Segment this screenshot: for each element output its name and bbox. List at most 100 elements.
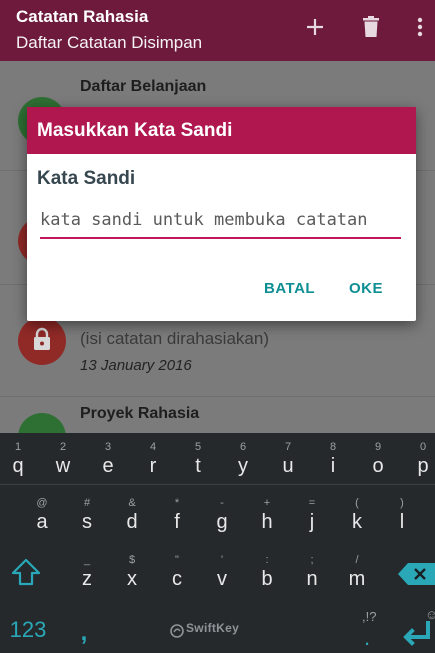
period-sub-label: ,!? <box>362 609 377 624</box>
key-secondary-label: 6 <box>239 441 247 453</box>
key-label: b <box>261 568 273 590</box>
key-y[interactable]: 6y <box>228 441 258 478</box>
cancel-button[interactable]: BATAL <box>264 280 315 297</box>
key-d[interactable]: & d <box>117 497 147 534</box>
key-x[interactable]: $ x <box>117 554 147 591</box>
key-label: h <box>261 511 273 533</box>
key-label: x <box>127 568 137 590</box>
key-a[interactable]: @ a <box>27 497 57 534</box>
note-title: Proyek Rahasia <box>80 405 200 422</box>
key-label: i <box>330 455 336 477</box>
enter-key[interactable]: ☺ <box>398 607 435 653</box>
space-key[interactable]: SwiftKey <box>112 609 330 649</box>
backspace-key[interactable] <box>398 561 435 587</box>
key-secondary-label: ' <box>220 554 224 566</box>
overflow-menu-button[interactable] <box>405 14 435 44</box>
key-n[interactable]: ; n <box>297 554 327 591</box>
key-w[interactable]: 2w <box>48 441 78 478</box>
key-u[interactable]: 7u <box>273 441 303 478</box>
key-secondary-label: " <box>175 554 179 566</box>
key-label: r <box>149 455 157 477</box>
emoji-icon: ☺ <box>425 607 435 622</box>
add-icon <box>305 17 325 41</box>
note-body: (isi catatan dirahasiakan) <box>80 329 269 348</box>
key-secondary-label: 4 <box>149 441 157 453</box>
app-bar: Catatan Rahasia Daftar Catatan Disimpan <box>0 0 435 61</box>
key-secondary-label: 2 <box>59 441 67 453</box>
key-label: f <box>174 511 180 533</box>
ok-button[interactable]: OKE <box>349 280 383 297</box>
comma-key-label: , <box>80 619 88 646</box>
key-p[interactable]: 0p <box>408 441 435 478</box>
password-label: Kata Sandi <box>37 168 136 189</box>
app-title: Catatan Rahasia <box>16 7 149 26</box>
key-label: q <box>12 455 24 477</box>
key-f[interactable]: * f <box>162 497 192 534</box>
key-secondary-label: 0 <box>419 441 427 453</box>
app-subtitle: Daftar Catatan Disimpan <box>16 33 203 52</box>
lock-icon <box>31 327 53 355</box>
key-e[interactable]: 3e <box>93 441 123 478</box>
note-item[interactable]: Proyek Rahasia <box>0 399 435 433</box>
key-label: t <box>195 455 201 477</box>
key-z[interactable]: _ z <box>72 554 102 591</box>
key-secondary-label: : <box>265 554 269 566</box>
key-label: j <box>309 511 315 533</box>
key-l[interactable]: ) l <box>387 497 417 534</box>
key-label: y <box>238 455 248 477</box>
key-secondary-label: = <box>308 497 316 509</box>
key-secondary-label: ; <box>310 554 314 566</box>
key-label: c <box>172 568 182 590</box>
key-label: s <box>82 511 92 533</box>
key-o[interactable]: 9o <box>363 441 393 478</box>
key-label: u <box>282 455 294 477</box>
add-note-button[interactable] <box>300 14 330 44</box>
key-label: d <box>126 511 138 533</box>
key-label: k <box>352 511 362 533</box>
password-input[interactable] <box>40 203 401 239</box>
key-secondary-label: 8 <box>329 441 337 453</box>
key-secondary-label: 7 <box>284 441 292 453</box>
key-q[interactable]: 1q <box>3 441 33 478</box>
key-label: a <box>36 511 48 533</box>
key-m[interactable]: / m <box>342 554 372 591</box>
key-secondary-label: ( <box>355 497 359 509</box>
key-s[interactable]: # s <box>72 497 102 534</box>
key-secondary-label: 1 <box>14 441 22 453</box>
key-label: g <box>216 511 228 533</box>
password-dialog: Masukkan Kata Sandi Kata Sandi BATAL OKE <box>27 107 416 321</box>
lock-avatar <box>18 317 66 365</box>
key-k[interactable]: (k <box>342 497 372 534</box>
key-secondary-label: + <box>263 497 271 509</box>
key-g[interactable]: -g <box>207 497 237 534</box>
key-v[interactable]: ' v <box>207 554 237 591</box>
key-divider <box>0 484 435 485</box>
key-secondary-label: @ <box>36 497 48 509</box>
key-secondary-label: - <box>220 497 224 509</box>
period-key[interactable]: ,!? . <box>352 609 382 651</box>
delete-button[interactable] <box>356 14 386 44</box>
key-secondary-label: ) <box>400 497 404 509</box>
key-r[interactable]: 4r <box>138 441 168 478</box>
key-secondary-label: 5 <box>194 441 202 453</box>
key-secondary-label: _ <box>83 554 91 566</box>
keyboard: 1q2w3e4r5t6y7u8i9o0p @ a # s & d * f - g + h = j(k) l … <box>0 433 435 653</box>
key-h[interactable]: + h <box>252 497 282 534</box>
key-secondary-label: # <box>83 497 91 509</box>
key-j[interactable]: = j <box>297 497 327 534</box>
key-secondary-label: * <box>174 497 180 509</box>
key-t[interactable]: 5t <box>183 441 213 478</box>
backspace-icon <box>398 563 435 592</box>
swiftkey-logo-icon <box>170 621 184 644</box>
key-label: e <box>102 455 114 477</box>
lock-avatar <box>18 413 66 433</box>
swiftkey-brand-label: SwiftKey <box>186 621 240 635</box>
shift-icon <box>10 558 42 592</box>
comma-key[interactable]: , <box>74 619 94 647</box>
shift-key[interactable] <box>8 557 44 593</box>
more-vert-icon <box>417 17 423 41</box>
numbers-key[interactable]: 123 <box>4 617 52 643</box>
key-c[interactable]: " c <box>162 554 192 591</box>
key-i[interactable]: 8i <box>318 441 348 478</box>
key-b[interactable]: :b <box>252 554 282 591</box>
